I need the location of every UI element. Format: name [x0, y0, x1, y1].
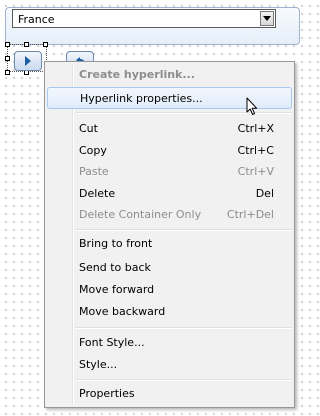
- menu-item-bring-to-front[interactable]: Bring to front: [47, 233, 292, 255]
- menu-item-move-backward[interactable]: Move backward: [47, 301, 292, 323]
- mouse-pointer-icon: [246, 97, 258, 115]
- triangle-down-icon: [263, 16, 271, 21]
- menu-item-label: Delete Container Only: [79, 208, 202, 221]
- menu-item-label: Paste: [79, 165, 109, 178]
- menu-item-shortcut: Ctrl+C: [237, 144, 274, 157]
- country-dropdown-value: France: [18, 13, 55, 26]
- menu-item-label: Bring to front: [79, 237, 153, 250]
- menu-separator: [75, 112, 292, 114]
- menu-item-paste[interactable]: Paste Ctrl+V: [47, 161, 292, 183]
- menu-item-label: Copy: [79, 144, 107, 157]
- menu-separator: [75, 379, 292, 381]
- menu-item-label: Cut: [79, 122, 98, 135]
- menu-item-style[interactable]: Style...: [47, 354, 292, 376]
- resize-handle-bottom-left[interactable]: [5, 70, 10, 75]
- menu-item-send-to-back[interactable]: Send to back: [47, 257, 292, 279]
- menu-item-properties[interactable]: Properties: [47, 383, 292, 405]
- menu-item-delete-container-only[interactable]: Delete Container Only Ctrl+Del: [47, 204, 292, 226]
- resize-handle-left[interactable]: [5, 56, 10, 61]
- menu-item-shortcut: Ctrl+Del: [226, 208, 274, 221]
- menu-item-move-forward[interactable]: Move forward: [47, 279, 292, 301]
- menu-item-label: Move backward: [79, 305, 166, 318]
- menu-item-label: Move forward: [79, 283, 155, 296]
- menu-item-font-style[interactable]: Font Style...: [47, 332, 292, 354]
- menu-item-shortcut: Del: [255, 187, 274, 200]
- menu-item-shortcut: Ctrl+V: [237, 165, 274, 178]
- menu-item-shortcut: Ctrl+X: [237, 122, 274, 135]
- menu-separator: [75, 229, 292, 231]
- dropdown-arrow-button[interactable]: [260, 11, 274, 26]
- next-button[interactable]: [14, 51, 42, 71]
- resize-handle-top-left[interactable]: [5, 42, 10, 47]
- resize-handle-top[interactable]: [24, 42, 29, 47]
- menu-item-copy[interactable]: Copy Ctrl+C: [47, 140, 292, 162]
- menu-separator: [75, 327, 292, 329]
- menu-item-label: Style...: [79, 358, 118, 371]
- menu-item-label: Font Style...: [79, 336, 145, 349]
- menu-item-create-hyperlink[interactable]: Create hyperlink...: [47, 64, 292, 86]
- menu-item-label: Properties: [79, 387, 135, 400]
- menu-item-label: Send to back: [79, 261, 151, 274]
- country-dropdown[interactable]: France: [12, 9, 276, 28]
- resize-handle-top-right[interactable]: [43, 42, 48, 47]
- menu-item-delete[interactable]: Delete Del: [47, 183, 292, 205]
- form-designer-canvas[interactable]: { "dropdown": { "value": "France", "arro…: [0, 0, 306, 416]
- menu-item-cut[interactable]: Cut Ctrl+X: [47, 118, 292, 140]
- menu-item-label: Delete: [79, 187, 116, 200]
- play-right-icon: [25, 56, 31, 66]
- menu-item-label: Hyperlink properties...: [80, 92, 203, 105]
- menu-item-label: Create hyperlink...: [79, 68, 195, 81]
